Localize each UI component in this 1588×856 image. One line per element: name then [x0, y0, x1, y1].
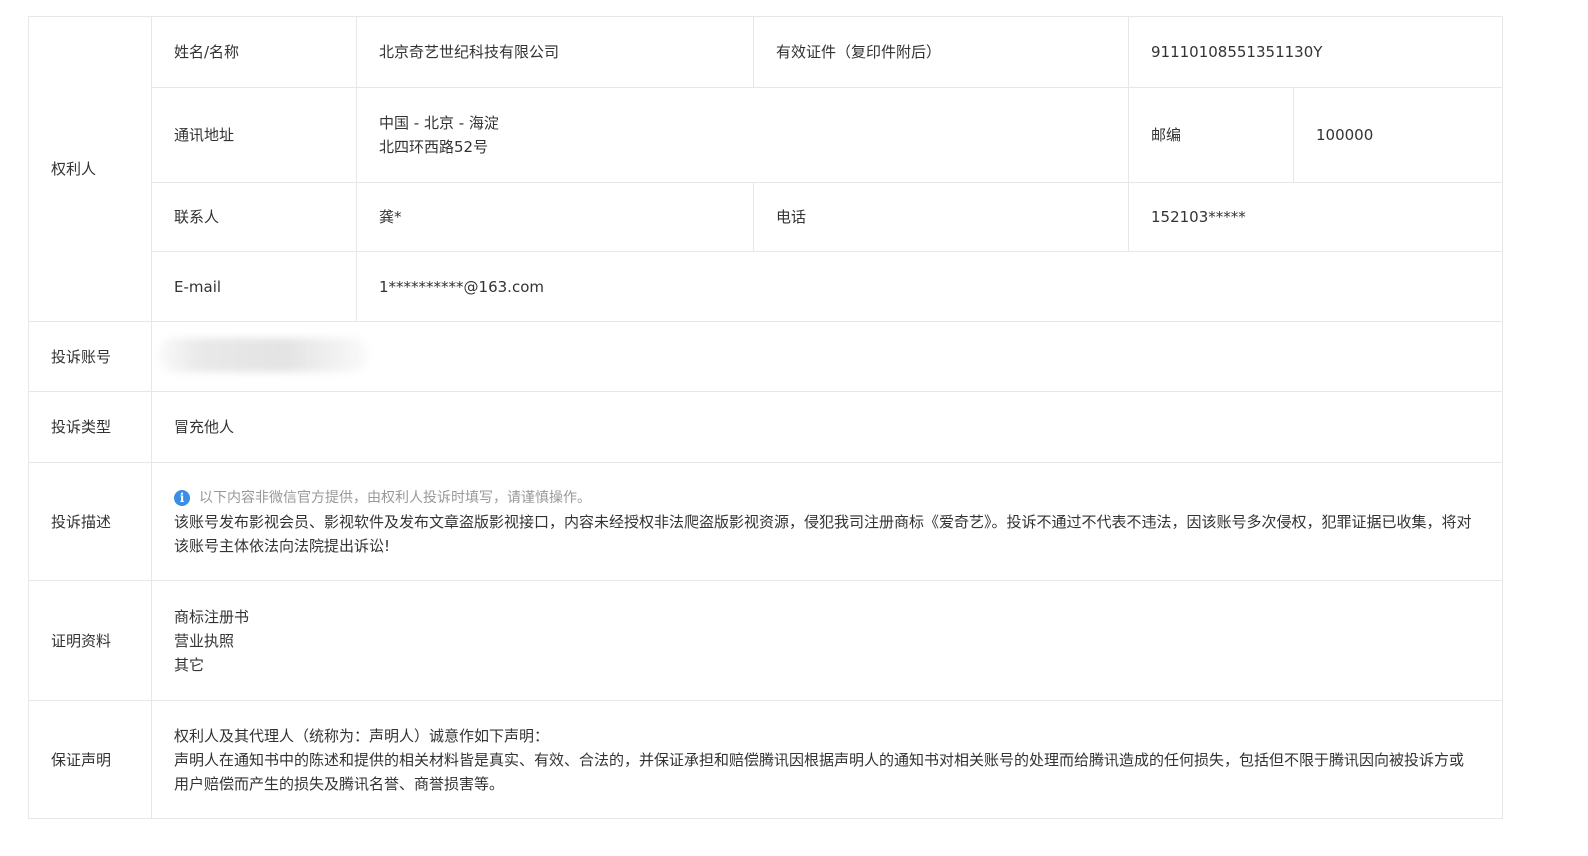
- account-label: 投诉账号: [51, 347, 112, 366]
- type-label: 投诉类型: [51, 418, 112, 436]
- address-line-2: 北四环西路52号: [379, 138, 489, 156]
- desc-text: 该账号发布影视会员、影视软件及发布文章盗版影视接口，内容未经授权非法爬盗版影视资…: [174, 512, 1472, 555]
- id-label: 有效证件（复印件附后）: [776, 43, 942, 61]
- name-value: 北京奇艺世纪科技有限公司: [379, 43, 560, 61]
- info-icon: i: [174, 489, 190, 506]
- zip-value: 100000: [1316, 126, 1374, 144]
- evidence-item: 营业执照: [174, 631, 235, 650]
- phone-value: 152103*****: [1151, 208, 1246, 226]
- zip-label: 邮编: [1151, 126, 1182, 144]
- evidence-label: 证明资料: [51, 631, 112, 650]
- address-line-1: 中国 - 北京 - 海淀: [379, 114, 499, 132]
- evidence-item: 其它: [174, 655, 205, 674]
- address-label: 通讯地址: [174, 126, 235, 144]
- guarantee-text: 声明人在通知书中的陈述和提供的相关材料皆是真实、有效、合法的，并保证承担和赔偿腾…: [174, 750, 1465, 793]
- contact-value: 龚*: [379, 208, 402, 226]
- evidence-item: 商标注册书: [174, 607, 250, 626]
- desc-label: 投诉描述: [51, 512, 112, 531]
- desc-content: i 以下内容非微信官方提供，由权利人投诉时填写，请谨慎操作。 该账号发布影视会员…: [152, 463, 1502, 580]
- guarantee-line-1: 权利人及其代理人（统称为：声明人）诚意作如下声明：: [174, 726, 550, 745]
- guarantee-label: 保证声明: [51, 750, 112, 769]
- contact-label: 联系人: [174, 208, 220, 226]
- email-label: E-mail: [174, 277, 222, 296]
- owner-section-label: 权利人: [51, 160, 97, 178]
- evidence-list: 商标注册书 营业执照 其它: [152, 581, 1502, 700]
- redacted-account-value: [158, 338, 368, 372]
- name-label: 姓名/名称: [174, 43, 240, 61]
- desc-notice: i 以下内容非微信官方提供，由权利人投诉时填写，请谨慎操作。: [174, 486, 591, 510]
- email-value: 1**********@163.com: [379, 277, 544, 296]
- phone-label: 电话: [776, 208, 807, 226]
- type-value: 冒充他人: [174, 418, 235, 436]
- guarantee-content: 权利人及其代理人（统称为：声明人）诚意作如下声明： 声明人在通知书中的陈述和提供…: [152, 701, 1502, 818]
- address-value: 中国 - 北京 - 海淀 北四环西路52号: [357, 88, 1128, 182]
- id-value: 91110108551351130Y: [1151, 43, 1323, 61]
- grid-line: [28, 321, 1502, 322]
- desc-notice-text: 以下内容非微信官方提供，由权利人投诉时填写，请谨慎操作。: [199, 489, 591, 506]
